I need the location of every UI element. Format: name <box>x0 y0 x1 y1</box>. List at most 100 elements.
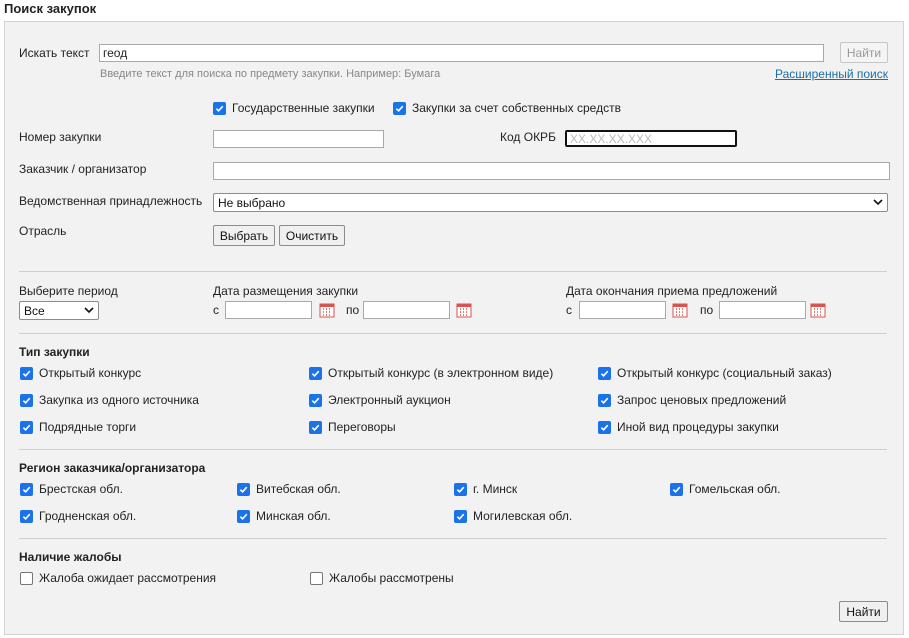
checkbox-label: Иной вид процедуры закупки <box>617 420 779 434</box>
okrb-input[interactable] <box>565 130 737 147</box>
type-open-contest-checkbox[interactable]: Открытый конкурс <box>20 366 141 380</box>
checkbox-label: Подрядные торги <box>39 420 137 434</box>
type-single-source-checkbox[interactable]: Закупка из одного источника <box>20 393 199 407</box>
calendar-icon[interactable] <box>456 302 472 318</box>
complaints-title: Наличие жалобы <box>19 550 122 564</box>
checkbox-label: Минская обл. <box>256 509 331 523</box>
checkbox-label: Запрос ценовых предложений <box>617 393 787 407</box>
calendar-icon[interactable] <box>810 302 826 318</box>
divider <box>19 333 887 334</box>
checkbox-checked-icon <box>20 420 33 434</box>
number-label: Номер закупки <box>19 130 102 144</box>
department-select-value: Не выбрано <box>218 195 286 210</box>
placement-to-label: по <box>346 303 360 317</box>
checkbox-label: Могилевская обл. <box>473 509 573 523</box>
checkbox-checked-icon <box>393 101 406 115</box>
funding-state-label: Государственные закупки <box>232 101 375 115</box>
chevron-down-icon <box>84 306 94 316</box>
region-grodno-checkbox[interactable]: Гродненская обл. <box>20 509 136 523</box>
checkbox-checked-icon <box>237 482 250 496</box>
deadline-from-label: с <box>566 303 572 317</box>
procurement-type-title: Тип закупки <box>19 345 90 359</box>
deadline-from-input[interactable] <box>579 301 666 319</box>
divider <box>19 271 887 272</box>
checkbox-checked-icon <box>598 366 611 380</box>
checkbox-label: Переговоры <box>328 420 396 434</box>
checkbox-checked-icon <box>20 509 33 523</box>
calendar-icon[interactable] <box>672 302 688 318</box>
customer-input[interactable] <box>213 162 890 180</box>
okrb-label: Код ОКРБ <box>500 130 556 144</box>
deadline-to-input[interactable] <box>719 301 806 319</box>
checkbox-checked-icon <box>309 366 322 380</box>
find-button-top[interactable]: Найти <box>840 42 888 63</box>
customer-label: Заказчик / организатор <box>19 162 147 176</box>
search-text-label: Искать текст <box>19 46 90 60</box>
checkbox-label: Закупка из одного источника <box>39 393 199 407</box>
type-negotiations-checkbox[interactable]: Переговоры <box>309 420 396 434</box>
type-open-contest-electronic-checkbox[interactable]: Открытый конкурс (в электронном виде) <box>309 366 553 380</box>
checkbox-checked-icon <box>454 482 467 496</box>
deadline-date-label: Дата окончания приема предложений <box>566 284 778 298</box>
region-mogilev-checkbox[interactable]: Могилевская обл. <box>454 509 572 523</box>
checkbox-label: Гродненская обл. <box>39 509 137 523</box>
funding-own-checkbox[interactable]: Закупки за счет собственных средств <box>393 101 621 115</box>
placement-from-input[interactable] <box>225 301 312 319</box>
region-minsk-city-checkbox[interactable]: г. Минск <box>454 482 517 496</box>
find-button[interactable]: Найти <box>839 601 888 622</box>
page-title: Поиск закупок <box>4 1 97 16</box>
placement-date-label: Дата размещения закупки <box>213 284 359 298</box>
checkbox-label: Гомельская обл. <box>689 482 781 496</box>
divider <box>19 449 887 450</box>
checkbox-label: Жалоба ожидает рассмотрения <box>39 571 217 585</box>
checkbox-unchecked-icon <box>310 571 323 585</box>
funding-state-checkbox[interactable]: Государственные закупки <box>213 101 375 115</box>
choose-industry-button[interactable]: Выбрать <box>213 225 275 246</box>
search-input[interactable] <box>99 44 824 62</box>
complaint-pending-checkbox[interactable]: Жалоба ожидает рассмотрения <box>20 571 216 585</box>
calendar-icon[interactable] <box>319 302 335 318</box>
period-select[interactable]: Все <box>19 301 99 320</box>
clear-industry-button[interactable]: Очистить <box>279 225 345 246</box>
funding-own-label: Закупки за счет собственных средств <box>412 101 621 115</box>
region-minsk-oblast-checkbox[interactable]: Минская обл. <box>237 509 331 523</box>
checkbox-label: Брестская обл. <box>39 482 123 496</box>
checkbox-label: Открытый конкурс (социальный заказ) <box>617 366 832 380</box>
checkbox-checked-icon <box>454 509 467 523</box>
placement-to-input[interactable] <box>363 301 450 319</box>
region-vitebsk-checkbox[interactable]: Витебская обл. <box>237 482 341 496</box>
region-brest-checkbox[interactable]: Брестская обл. <box>20 482 123 496</box>
complaint-reviewed-checkbox[interactable]: Жалобы рассмотрены <box>310 571 454 585</box>
checkbox-checked-icon <box>213 101 226 115</box>
checkbox-label: Электронный аукцион <box>328 393 451 407</box>
chevron-down-icon <box>873 198 883 208</box>
checkbox-label: Открытый конкурс <box>39 366 142 380</box>
checkbox-unchecked-icon <box>20 571 33 585</box>
type-open-contest-social-checkbox[interactable]: Открытый конкурс (социальный заказ) <box>598 366 832 380</box>
deadline-to-label: по <box>700 303 714 317</box>
checkbox-checked-icon <box>237 509 250 523</box>
checkbox-label: Жалобы рассмотрены <box>329 571 454 585</box>
number-input[interactable] <box>213 130 384 148</box>
department-label: Ведомственная принадлежность <box>19 194 203 208</box>
type-price-request-checkbox[interactable]: Запрос ценовых предложений <box>598 393 786 407</box>
type-other-procedure-checkbox[interactable]: Иной вид процедуры закупки <box>598 420 779 434</box>
checkbox-checked-icon <box>309 420 322 434</box>
region-title: Регион заказчика/организатора <box>19 461 206 475</box>
checkbox-label: Открытый конкурс (в электронном виде) <box>328 366 554 380</box>
industry-label: Отрасль <box>19 224 67 238</box>
region-gomel-checkbox[interactable]: Гомельская обл. <box>670 482 781 496</box>
checkbox-label: Витебская обл. <box>256 482 341 496</box>
checkbox-checked-icon <box>598 393 611 407</box>
placement-from-label: с <box>213 303 219 317</box>
type-e-auction-checkbox[interactable]: Электронный аукцион <box>309 393 451 407</box>
period-label: Выберите период <box>19 284 118 298</box>
divider <box>19 538 887 539</box>
search-hint: Введите текст для поиска по предмету зак… <box>100 68 441 80</box>
checkbox-checked-icon <box>598 420 611 434</box>
checkbox-checked-icon <box>309 393 322 407</box>
department-select[interactable]: Не выбрано <box>213 193 888 212</box>
checkbox-checked-icon <box>20 482 33 496</box>
advanced-search-link[interactable]: Расширенный поиск <box>775 67 888 81</box>
type-contract-bidding-checkbox[interactable]: Подрядные торги <box>20 420 136 434</box>
